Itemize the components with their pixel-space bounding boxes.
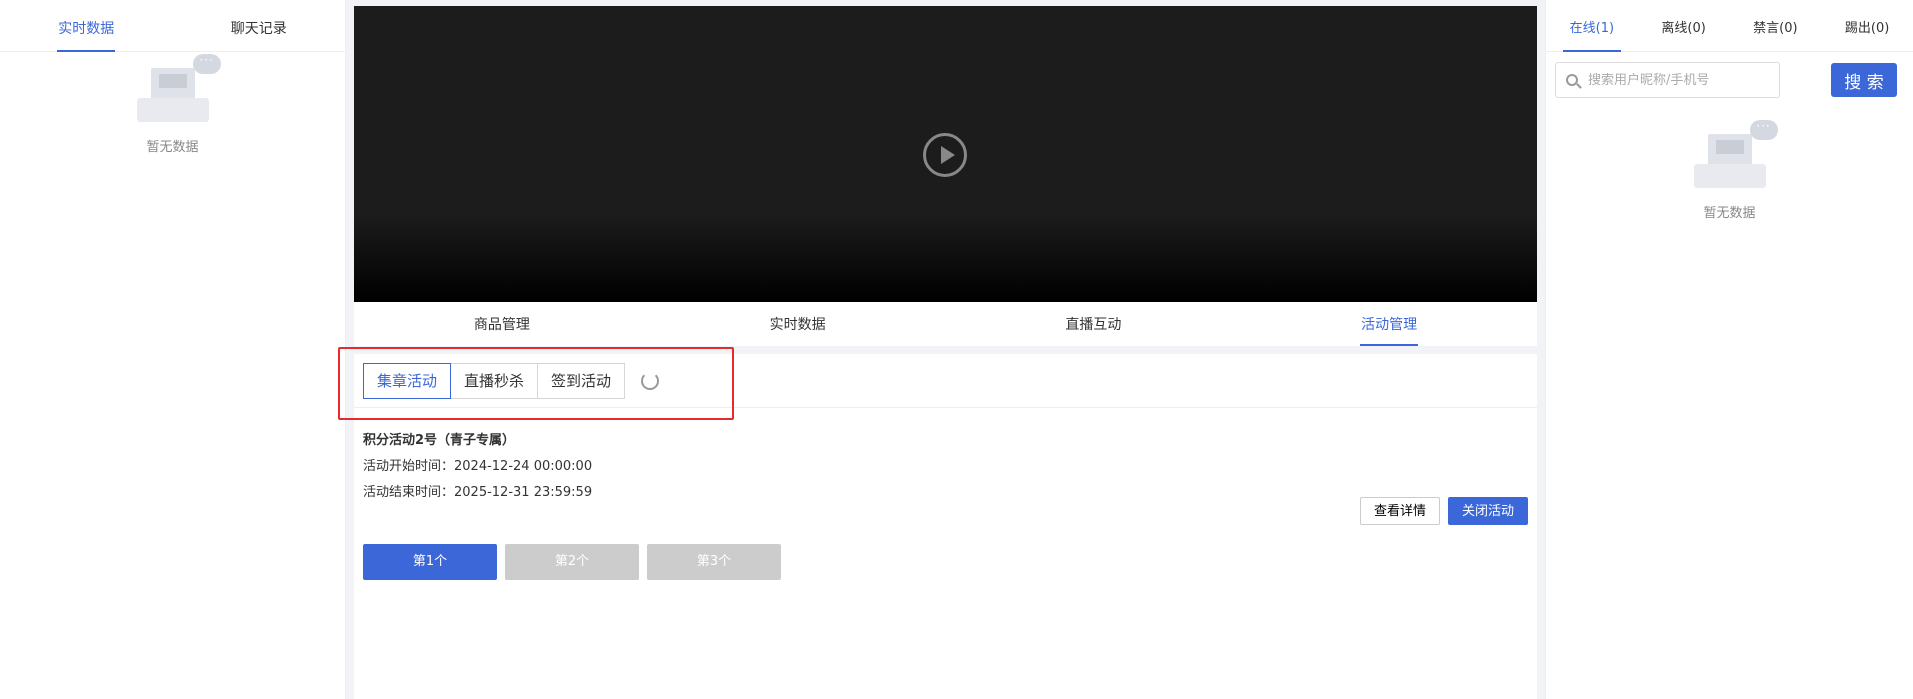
start-label: 活动开始时间： — [363, 459, 455, 474]
activity-actions: 查看详情 关闭活动 — [1359, 497, 1528, 525]
tab-product-management[interactable]: 商品管理 — [354, 302, 650, 346]
highlight-box — [338, 347, 734, 420]
user-status-tabs: 在线(1) 离线(0) 禁言(0) 踢出(0) — [1546, 0, 1913, 52]
tab-realtime-data[interactable]: 实时数据 — [0, 0, 173, 52]
tab-offline[interactable]: 离线(0) — [1638, 0, 1730, 52]
tab-live-interaction[interactable]: 直播互动 — [946, 302, 1242, 346]
close-activity-button[interactable]: 关闭活动 — [1447, 497, 1528, 525]
center-panel: 商品管理 实时数据 直播互动 活动管理 集章活动 直播秒杀 签到活动 积分活动2… — [338, 0, 1537, 699]
round-1-button[interactable]: 第1个 — [363, 544, 497, 580]
empty-inbox-icon: ··· — [136, 54, 221, 122]
center-tabs: 商品管理 实时数据 直播互动 活动管理 — [354, 302, 1537, 346]
play-icon[interactable] — [923, 133, 967, 177]
activity-info: 积分活动2号（青子专属） 活动开始时间：2024-12-24 00:00:00 … — [354, 408, 1537, 506]
round-2-button[interactable]: 第2个 — [505, 544, 639, 580]
search-input[interactable] — [1588, 72, 1768, 88]
right-panel: 在线(1) 离线(0) 禁言(0) 踢出(0) 搜 索 ··· 暂无数据 — [1545, 0, 1913, 699]
tab-kicked[interactable]: 踢出(0) — [1821, 0, 1913, 52]
tab-online[interactable]: 在线(1) — [1546, 0, 1638, 52]
user-search-row: 搜 索 — [1546, 52, 1913, 98]
round-buttons: 第1个 第2个 第3个 — [363, 544, 781, 580]
round-3-button[interactable]: 第3个 — [647, 544, 781, 580]
start-time: 2024-12-24 00:00:00 — [454, 459, 593, 474]
tab-realtime-data[interactable]: 实时数据 — [650, 302, 946, 346]
end-time: 2025-12-31 23:59:59 — [454, 485, 593, 500]
search-box — [1555, 62, 1780, 98]
left-tabs: 实时数据 聊天记录 — [0, 0, 345, 52]
search-button[interactable]: 搜 索 — [1831, 63, 1897, 97]
empty-inbox-icon: ··· — [1693, 120, 1778, 188]
search-icon — [1566, 74, 1578, 86]
end-label: 活动结束时间： — [363, 485, 455, 500]
tab-chat-history[interactable]: 聊天记录 — [173, 0, 346, 52]
left-empty-state: ··· 暂无数据 — [0, 54, 345, 155]
video-player[interactable] — [354, 6, 1537, 302]
activity-section: 集章活动 直播秒杀 签到活动 积分活动2号（青子专属） 活动开始时间：2024-… — [338, 347, 1537, 699]
tab-activity-management[interactable]: 活动管理 — [1241, 302, 1537, 346]
activity-start: 活动开始时间：2024-12-24 00:00:00 — [363, 454, 1537, 480]
activity-title: 积分活动2号（青子专属） — [363, 433, 516, 448]
left-panel: 实时数据 聊天记录 ··· 暂无数据 — [0, 0, 346, 699]
empty-label: 暂无数据 — [146, 140, 199, 155]
view-details-button[interactable]: 查看详情 — [1359, 497, 1440, 525]
tab-muted[interactable]: 禁言(0) — [1730, 0, 1822, 52]
right-empty-state: ··· 暂无数据 — [1546, 120, 1913, 221]
empty-label: 暂无数据 — [1703, 206, 1756, 221]
